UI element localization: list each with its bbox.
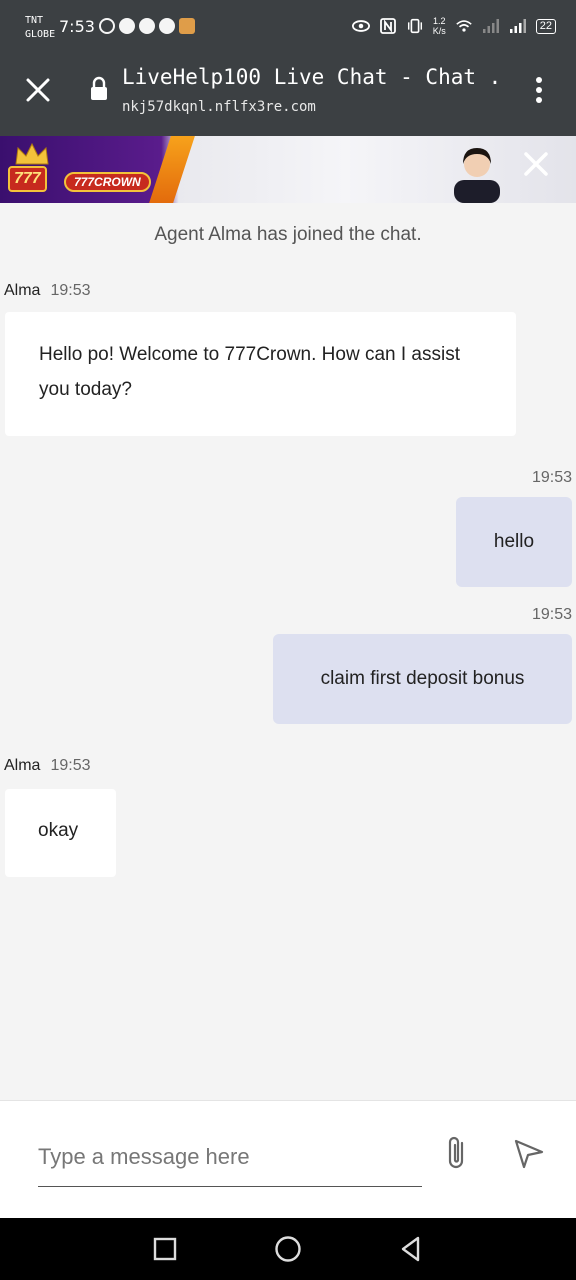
wifi-icon: [456, 20, 472, 32]
message-text: okay: [38, 820, 79, 841]
message-input[interactable]: [38, 1127, 422, 1187]
lock-icon: [91, 76, 107, 100]
browser-header: TNT GLOBE 7:53 1.2 K/s 22 LiveHelp100 Li…: [0, 0, 576, 136]
system-message: Agent Alma has joined the chat.: [154, 224, 422, 245]
banner-stripe: [149, 136, 195, 203]
telegram-icon: [159, 18, 175, 34]
eye-icon: [351, 20, 370, 32]
message-composer: [0, 1100, 576, 1218]
message-sender-header: Alma 19:53: [4, 757, 91, 775]
banner-close-icon[interactable]: [520, 148, 552, 180]
game-app-icon: [179, 18, 195, 34]
outgoing-message-bubble: claim first deposit bonus: [273, 634, 572, 724]
message-text: claim first deposit bonus: [320, 668, 525, 689]
carrier-label: TNT GLOBE: [25, 14, 55, 42]
circle-icon[interactable]: [273, 1234, 303, 1264]
page-title[interactable]: LiveHelp100 Live Chat - Chat ...: [122, 65, 502, 89]
paperclip-icon[interactable]: [440, 1133, 474, 1173]
square-icon[interactable]: [150, 1234, 180, 1264]
nfc-app-icon: [99, 18, 115, 34]
outgoing-message-bubble: hello: [456, 497, 572, 587]
incoming-message-bubble: Hello po! Welcome to 777Crown. How can I…: [5, 312, 516, 436]
messenger-icon: [139, 18, 155, 34]
system-icons: 1.2 K/s 22: [351, 16, 556, 36]
close-icon[interactable]: [22, 74, 54, 106]
brand-logo-name: 777CROWN: [64, 172, 151, 192]
notification-icons: [99, 18, 195, 34]
more-vert-icon[interactable]: [527, 74, 551, 106]
sender-name: Alma: [4, 757, 41, 774]
page-url[interactable]: nkj57dkqnl.nflfx3re.com: [122, 99, 316, 115]
network-speed-value: 1.2: [432, 16, 446, 26]
network-speed: 1.2 K/s: [433, 16, 446, 36]
brand-logo-number: 777: [8, 166, 47, 192]
message-text: hello: [493, 531, 535, 552]
status-bar: TNT GLOBE 7:53 1.2 K/s 22: [0, 0, 576, 56]
battery-icon: 22: [535, 18, 556, 34]
signal-icon-1: [482, 19, 499, 33]
promo-banner[interactable]: 777 777CROWN: [0, 136, 576, 203]
signal-icon-2: [509, 19, 526, 33]
message-text: Hello po! Welcome to 777Crown. How can I…: [39, 344, 460, 400]
network-speed-unit: K/s: [432, 26, 446, 36]
message-time: 19:53: [531, 606, 572, 623]
chat-bubble-icon: [119, 18, 135, 34]
message-time: 19:53: [50, 282, 91, 299]
carrier-line-2: GLOBE: [25, 29, 56, 40]
carrier-line-1: TNT: [25, 15, 44, 26]
status-time: 7:53: [59, 17, 95, 36]
triangle-back-icon[interactable]: [396, 1234, 426, 1264]
send-icon[interactable]: [510, 1135, 546, 1171]
message-time: 19:53: [50, 757, 91, 774]
support-agent-image: [454, 148, 500, 203]
message-sender-header: Alma 19:53: [4, 282, 91, 300]
incoming-message-bubble: okay: [5, 789, 116, 877]
system-navigation-bar: [0, 1218, 576, 1280]
crown-icon: [15, 142, 49, 165]
message-time: 19:53: [531, 469, 572, 486]
vibrate-icon: [407, 18, 422, 34]
sender-name: Alma: [4, 282, 41, 299]
nfc-icon: [379, 18, 396, 34]
